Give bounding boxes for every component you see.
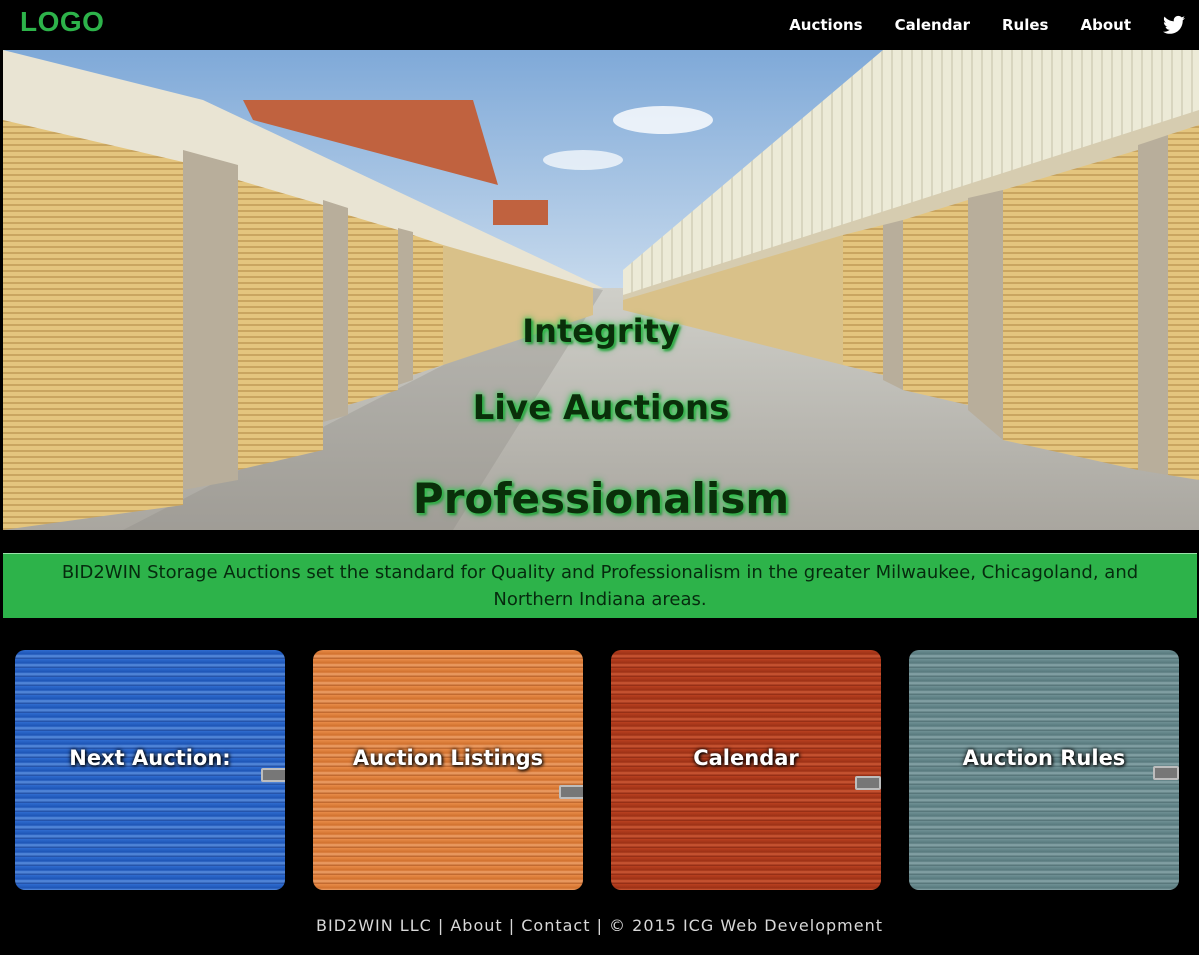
hero-line-integrity: Integrity bbox=[522, 312, 680, 350]
nav-calendar[interactable]: Calendar bbox=[895, 16, 970, 34]
tile-label: Next Auction: bbox=[69, 746, 231, 770]
tile-auction-rules[interactable]: Auction Rules bbox=[909, 650, 1179, 890]
site-footer: BID2WIN LLC | About | Contact | © 2015 I… bbox=[0, 916, 1199, 935]
footer-about-link[interactable]: About bbox=[450, 916, 502, 935]
nav-about[interactable]: About bbox=[1080, 16, 1131, 34]
hero-image: Integrity Live Auctions Professionalism bbox=[3, 50, 1199, 530]
tile-label: Calendar bbox=[693, 746, 799, 770]
hero-line-live-auctions: Live Auctions bbox=[472, 388, 730, 428]
intro-banner: BID2WIN Storage Auctions set the standar… bbox=[3, 553, 1197, 618]
intro-text: BID2WIN Storage Auctions set the standar… bbox=[61, 562, 1139, 610]
footer-copyright: © 2015 ICG Web Development bbox=[609, 916, 883, 935]
door-handle-icon bbox=[855, 776, 881, 790]
door-handle-icon bbox=[261, 768, 285, 782]
footer-contact-link[interactable]: Contact bbox=[521, 916, 590, 935]
tile-calendar[interactable]: Calendar bbox=[611, 650, 881, 890]
logo[interactable]: LOGO bbox=[20, 6, 104, 38]
footer-separator: | bbox=[502, 916, 522, 935]
footer-separator: | bbox=[431, 916, 451, 935]
door-handle-icon bbox=[559, 785, 583, 799]
nav-auctions[interactable]: Auctions bbox=[789, 16, 862, 34]
twitter-icon[interactable] bbox=[1163, 15, 1185, 35]
tile-auction-listings[interactable]: Auction Listings bbox=[313, 650, 583, 890]
storage-units-photo bbox=[3, 50, 1199, 530]
nav-rules[interactable]: Rules bbox=[1002, 16, 1048, 34]
tile-next-auction[interactable]: Next Auction: bbox=[15, 650, 285, 890]
tile-label: Auction Listings bbox=[352, 746, 544, 770]
footer-separator: | bbox=[590, 916, 610, 935]
door-handle-icon bbox=[1153, 766, 1179, 780]
site-header: LOGO Auctions Calendar Rules About bbox=[0, 0, 1199, 50]
tile-label: Auction Rules bbox=[962, 746, 1126, 770]
hero-line-professionalism: Professionalism bbox=[412, 474, 790, 523]
footer-company: BID2WIN LLC bbox=[316, 916, 432, 935]
main-nav: Auctions Calendar Rules About bbox=[757, 0, 1185, 50]
